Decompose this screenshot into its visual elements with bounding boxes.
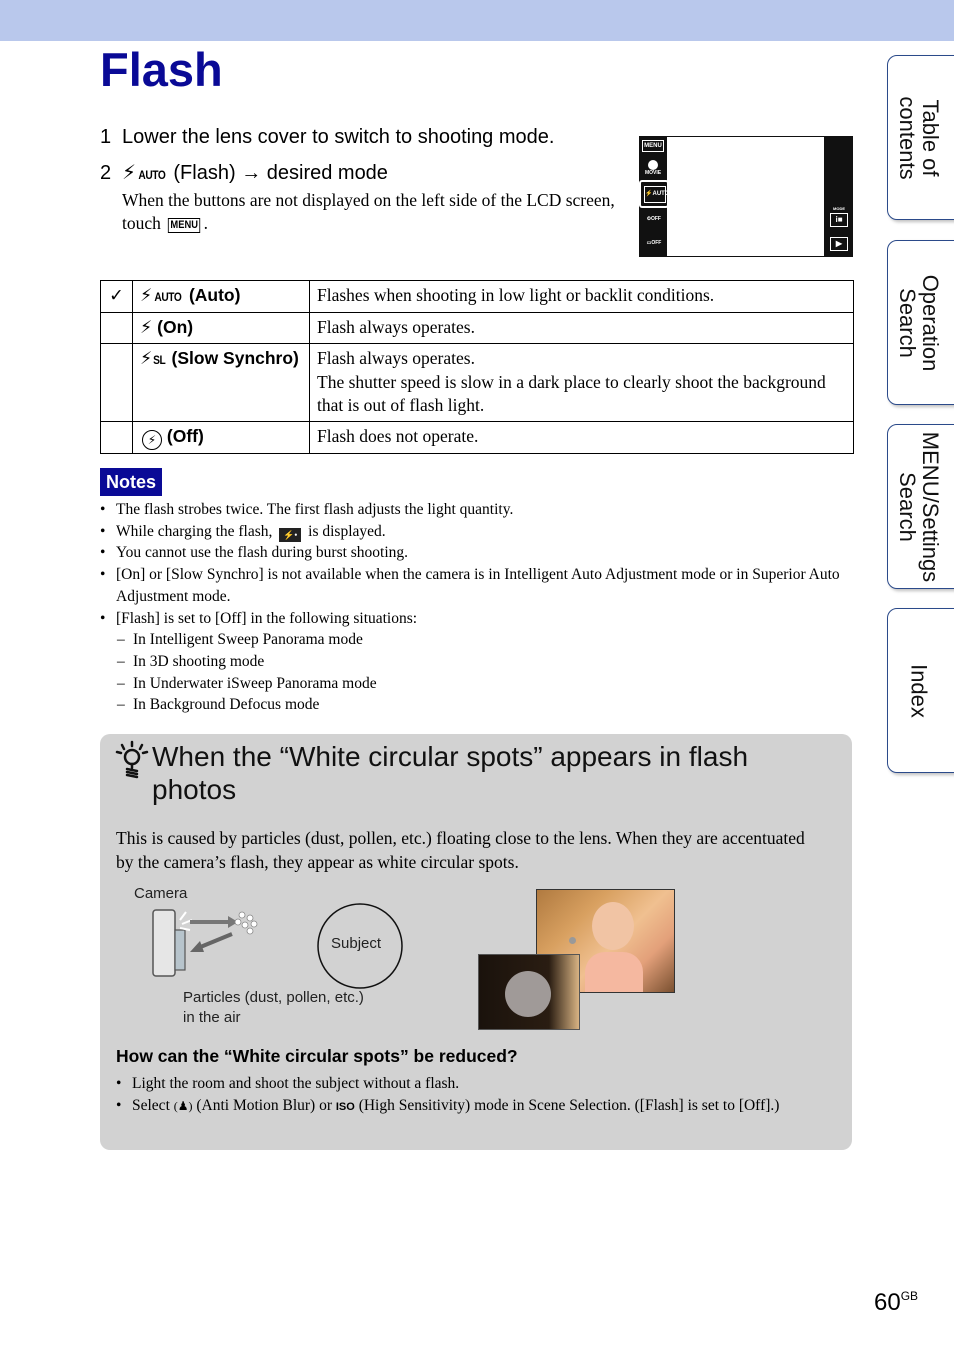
step-2-note: When the buttons are not displayed on th… bbox=[122, 189, 617, 235]
tab-label: MENU/Settings Search bbox=[895, 431, 943, 582]
sub-list-item: – In Intelligent Sweep Panorama mode bbox=[117, 631, 363, 649]
mode-description: Flash always operates. The shutter speed… bbox=[309, 343, 854, 422]
mode-description: Flash does not operate. bbox=[309, 420, 854, 454]
tab-operation-search[interactable]: Operation Search bbox=[887, 240, 954, 405]
flash-charging-icon: ⚡• bbox=[279, 527, 302, 542]
description-line: Flash always operates. bbox=[317, 348, 475, 368]
lightbulb-icon bbox=[115, 740, 149, 779]
mode-name: ⚡ (Off) bbox=[132, 420, 310, 454]
camera-label: Camera bbox=[134, 885, 188, 902]
particles-label: in the air bbox=[183, 1009, 241, 1026]
sub-list-item: – In Background Defocus mode bbox=[117, 696, 320, 714]
notes-badge: Notes bbox=[100, 468, 163, 496]
step-text: desired mode bbox=[266, 162, 388, 184]
list-item: • Light the room and shoot the subject wi… bbox=[116, 1075, 460, 1092]
step-2: 2 ⚡ AUTO (Flash) → desired mode bbox=[100, 160, 388, 187]
table-row: ✓ ⚡ AUTO (Auto) Flashes when shooting in … bbox=[100, 280, 854, 313]
tab-label: Index bbox=[906, 663, 932, 718]
question-heading: How can the “White circular spots” be re… bbox=[116, 1046, 518, 1066]
menu-button-icon: MENU bbox=[642, 140, 664, 152]
flash-on-icon: ⚡ bbox=[140, 318, 153, 338]
flash-modes-table: ✓ ⚡ AUTO (Auto) Flashes when shooting in … bbox=[100, 280, 854, 454]
step-number: 2 bbox=[100, 162, 112, 184]
mode-label: (Off) bbox=[166, 425, 204, 446]
mode-label: (Slow Synchro) bbox=[171, 348, 299, 368]
note-text: . bbox=[203, 213, 209, 233]
step-text: (Flash) bbox=[173, 162, 236, 184]
lcd-viewfinder bbox=[667, 137, 824, 256]
default-check-cell bbox=[100, 343, 133, 422]
list-item: • Select (♟) (Anti Motion Blur) or ISO (H… bbox=[116, 1097, 780, 1114]
list-item: • [Flash] is set to [Off] in the followin… bbox=[100, 609, 418, 627]
menu-key-icon: MENU bbox=[168, 218, 201, 233]
subject-label: Subject bbox=[331, 935, 382, 952]
tab-label: Operation Search bbox=[895, 274, 943, 371]
mode-label: (On) bbox=[157, 317, 194, 337]
table-row: ⚡ (On) Flash always operates. bbox=[100, 312, 854, 344]
description-line: The shutter speed is slow in a dark plac… bbox=[317, 371, 826, 416]
default-check-icon: ✓ bbox=[100, 280, 133, 313]
camera-illustration bbox=[152, 909, 258, 977]
mode-description: Flashes when shooting in low light or ba… bbox=[309, 280, 854, 313]
tab-label: Table of contents bbox=[895, 95, 943, 180]
self-timer-off-icon: ⏲OFF bbox=[647, 216, 661, 222]
white-spot bbox=[505, 971, 551, 1017]
anti-motion-blur-icon: (♟) bbox=[173, 1099, 193, 1113]
lcd-screen-illustration: MENU MOVIE ⚡AUTO ⏲OFF ▭OFF MODE i■ ▶ bbox=[639, 136, 853, 257]
page-number: 60GB bbox=[874, 1289, 919, 1316]
step-number: 1 bbox=[100, 126, 112, 148]
list-item: • While charging the flash, ⚡• is display… bbox=[100, 522, 386, 542]
sub-list-item: – In 3D shooting mode bbox=[117, 652, 265, 670]
list-item: • [On] or [Slow Synchro] is not available… bbox=[100, 566, 840, 605]
page-title: Flash bbox=[100, 43, 223, 96]
hint-body: This is caused by particles (dust, polle… bbox=[116, 828, 805, 872]
movie-button-icon: MOVIE bbox=[641, 160, 665, 177]
flash-auto-icon: ⚡AUTO bbox=[122, 160, 166, 184]
mode-name: ⚡ AUTO (Auto) bbox=[132, 280, 310, 313]
answers-list: • Light the room and shoot the subject wi… bbox=[116, 1073, 831, 1118]
mode-name: ⚡SL (Slow Synchro) bbox=[132, 343, 310, 422]
tab-table-of-contents[interactable]: Table of contents bbox=[887, 55, 954, 220]
flash-auto-icon: ⚡AUTO bbox=[140, 286, 182, 306]
default-check-cell bbox=[100, 420, 133, 454]
notes-list: • The flash strobes twice. The first flas… bbox=[100, 499, 850, 716]
table-row: ⚡SL (Slow Synchro) Flash always operates… bbox=[100, 343, 854, 422]
intelligent-auto-icon: i■ bbox=[830, 213, 848, 227]
tab-menu-settings-search[interactable]: MENU/Settings Search bbox=[887, 424, 954, 589]
arrow-right-icon: → bbox=[241, 162, 262, 184]
sub-list-item: – In Underwater iSweep Panorama mode bbox=[117, 674, 377, 692]
list-item: • The flash strobes twice. The first flas… bbox=[100, 501, 514, 518]
tab-index[interactable]: Index bbox=[887, 608, 954, 773]
particles-label: Particles (dust, pollen, etc.) bbox=[183, 989, 364, 1006]
child-face bbox=[592, 902, 634, 950]
high-sensitivity-icon: ISO bbox=[335, 1101, 355, 1113]
mode-label: (Auto) bbox=[188, 285, 241, 305]
default-check-cell bbox=[100, 312, 133, 344]
flash-mode-button-selected: ⚡AUTO bbox=[639, 180, 669, 208]
flash-auto-icon: ⚡AUTO bbox=[644, 186, 669, 203]
step-1: 1 Lower the lens cover to switch to shoot… bbox=[100, 125, 554, 149]
playback-icon: ▶ bbox=[830, 237, 848, 251]
header-bar bbox=[0, 0, 954, 41]
mode-name: ⚡ (On) bbox=[132, 312, 310, 344]
flash-off-icon: ⚡ bbox=[142, 429, 162, 450]
mode-label: MODE bbox=[833, 206, 845, 211]
spot-closeup-photo bbox=[478, 954, 580, 1030]
list-item: • You cannot use the flash during burst s… bbox=[100, 544, 409, 562]
mode-description: Flash always operates. bbox=[309, 312, 854, 344]
step-text: Lower the lens cover to switch to shooti… bbox=[122, 126, 555, 148]
hint-box: When the “White circular spots” appears … bbox=[100, 734, 852, 1150]
table-row: ⚡ (Off) Flash does not operate. bbox=[100, 420, 854, 454]
flash-slow-synchro-icon: ⚡SL bbox=[140, 349, 166, 369]
hint-title: When the “White circular spots” appears … bbox=[152, 741, 749, 805]
burst-off-icon: ▭OFF bbox=[646, 240, 662, 246]
